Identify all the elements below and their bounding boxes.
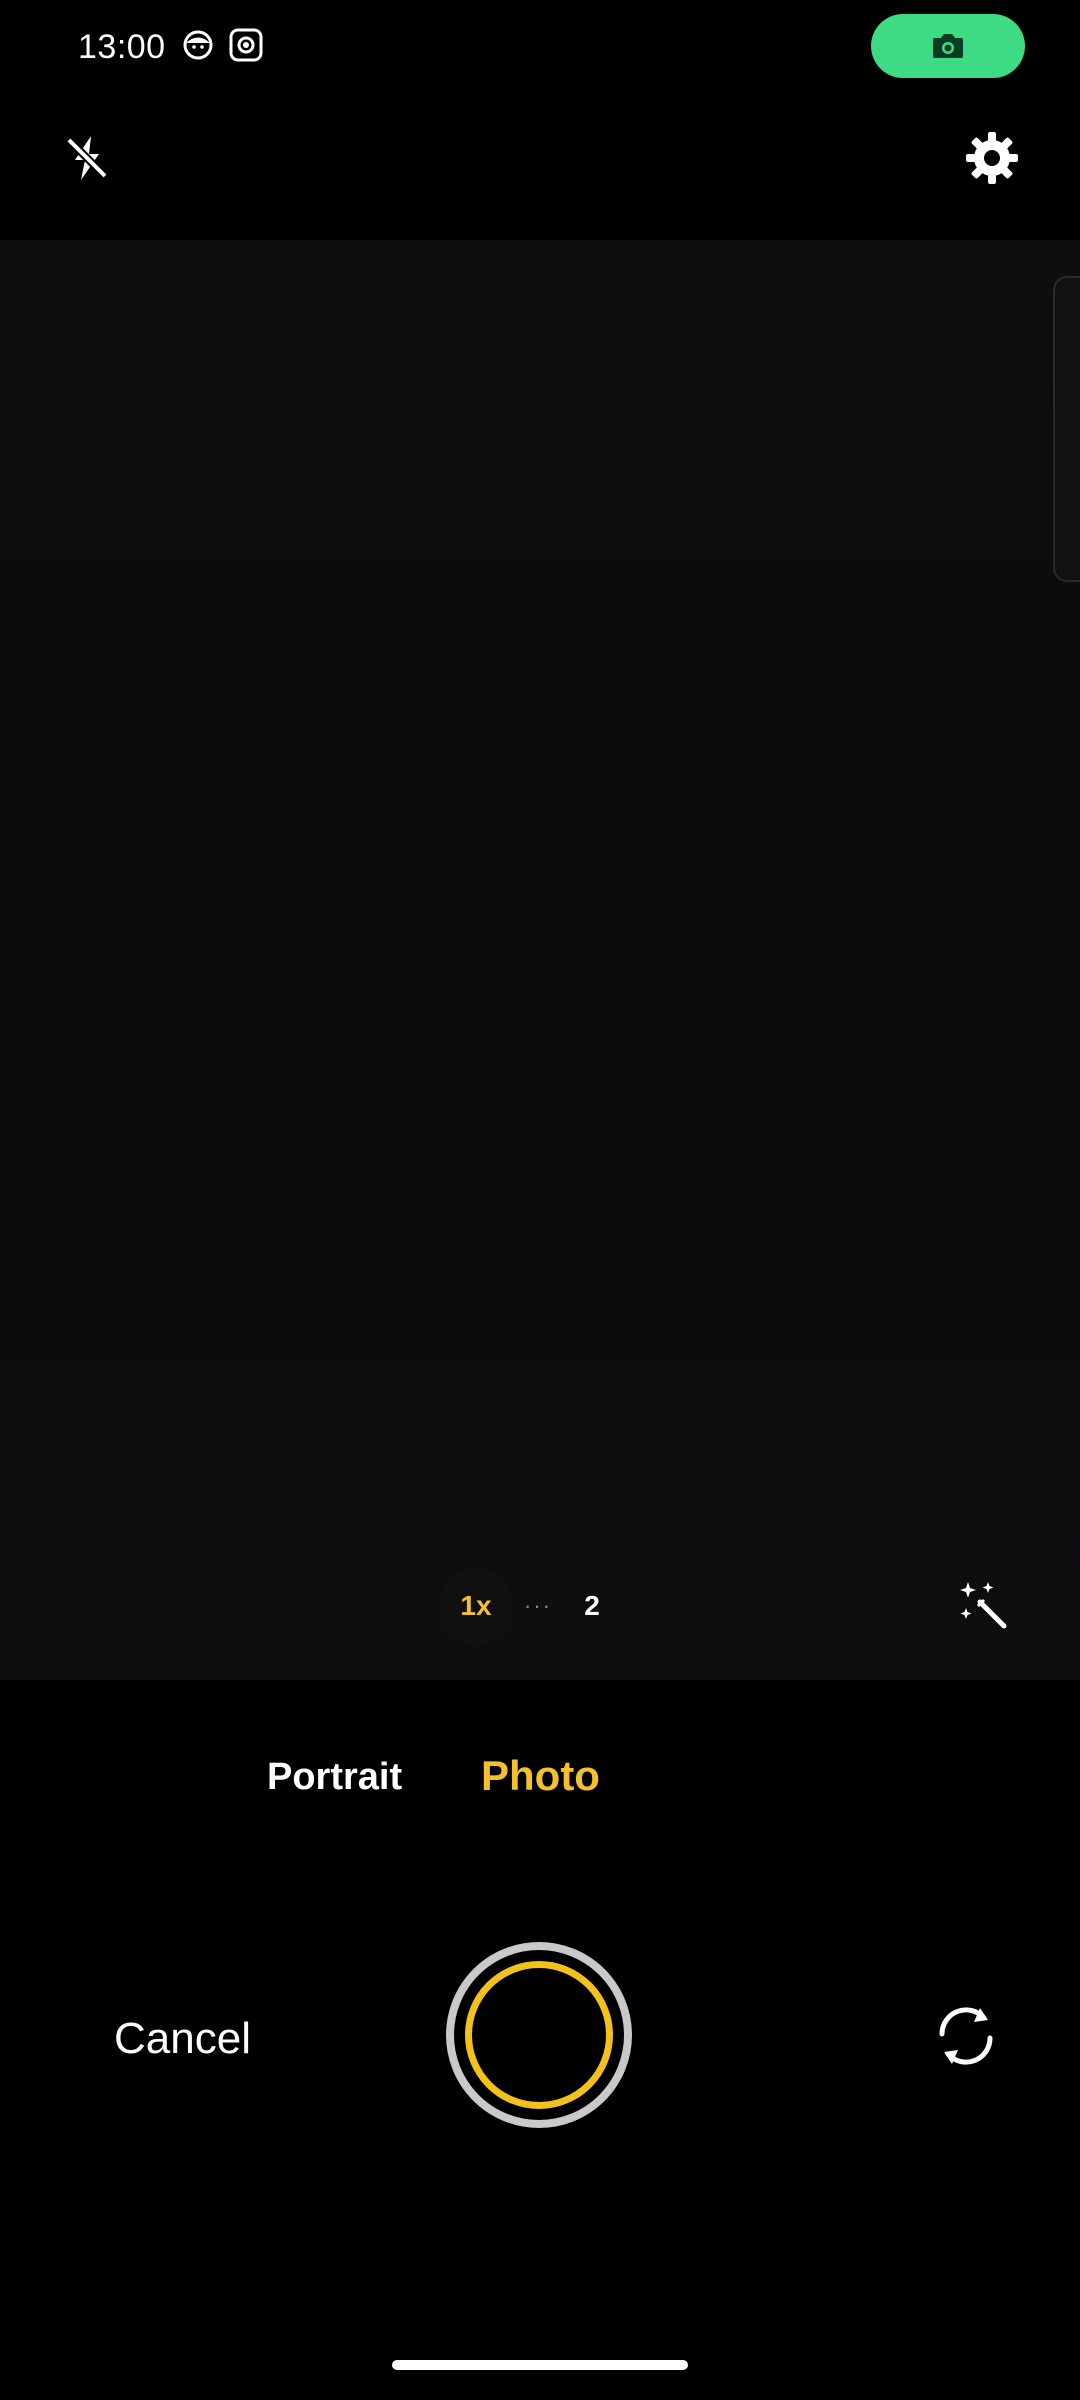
camera-viewfinder[interactable] (0, 240, 1080, 1680)
camera-in-use-pill[interactable] (871, 14, 1025, 78)
magic-wand-icon (960, 1582, 1007, 1629)
face-app-icon (181, 28, 215, 62)
shutter-inner-ring (465, 1961, 613, 2109)
gear-icon (966, 132, 1018, 184)
mode-portrait[interactable]: Portrait (267, 1756, 402, 1799)
camera-icon (933, 34, 963, 58)
zoom-selector: 1x ··· 2 (438, 1568, 638, 1644)
mode-photo[interactable]: Photo (481, 1752, 600, 1800)
settings-button[interactable] (960, 126, 1024, 190)
zoom-dots: ··· (524, 1593, 552, 1618)
flash-toggle-button[interactable] (55, 126, 119, 190)
cancel-button[interactable]: Cancel (114, 2014, 251, 2064)
status-bar: 13:00 (0, 0, 1080, 96)
camera-screen: 13:00 1x ··· 2 Portrait Photo Cancel (0, 0, 1080, 2400)
home-indicator[interactable] (392, 2360, 688, 2370)
switch-camera-icon (939, 2007, 993, 2065)
side-panel-handle[interactable] (1053, 276, 1080, 582)
flash-off-icon (66, 136, 108, 180)
zoom-2x-button[interactable]: 2 (562, 1590, 622, 1622)
status-time: 13:00 (78, 28, 166, 66)
beauty-button[interactable] (954, 1576, 1014, 1636)
switch-camera-button[interactable] (928, 1998, 1004, 2074)
zoom-1x-button[interactable]: 1x (438, 1568, 514, 1644)
shutter-button[interactable] (446, 1942, 632, 2128)
screen-record-icon (229, 28, 263, 62)
